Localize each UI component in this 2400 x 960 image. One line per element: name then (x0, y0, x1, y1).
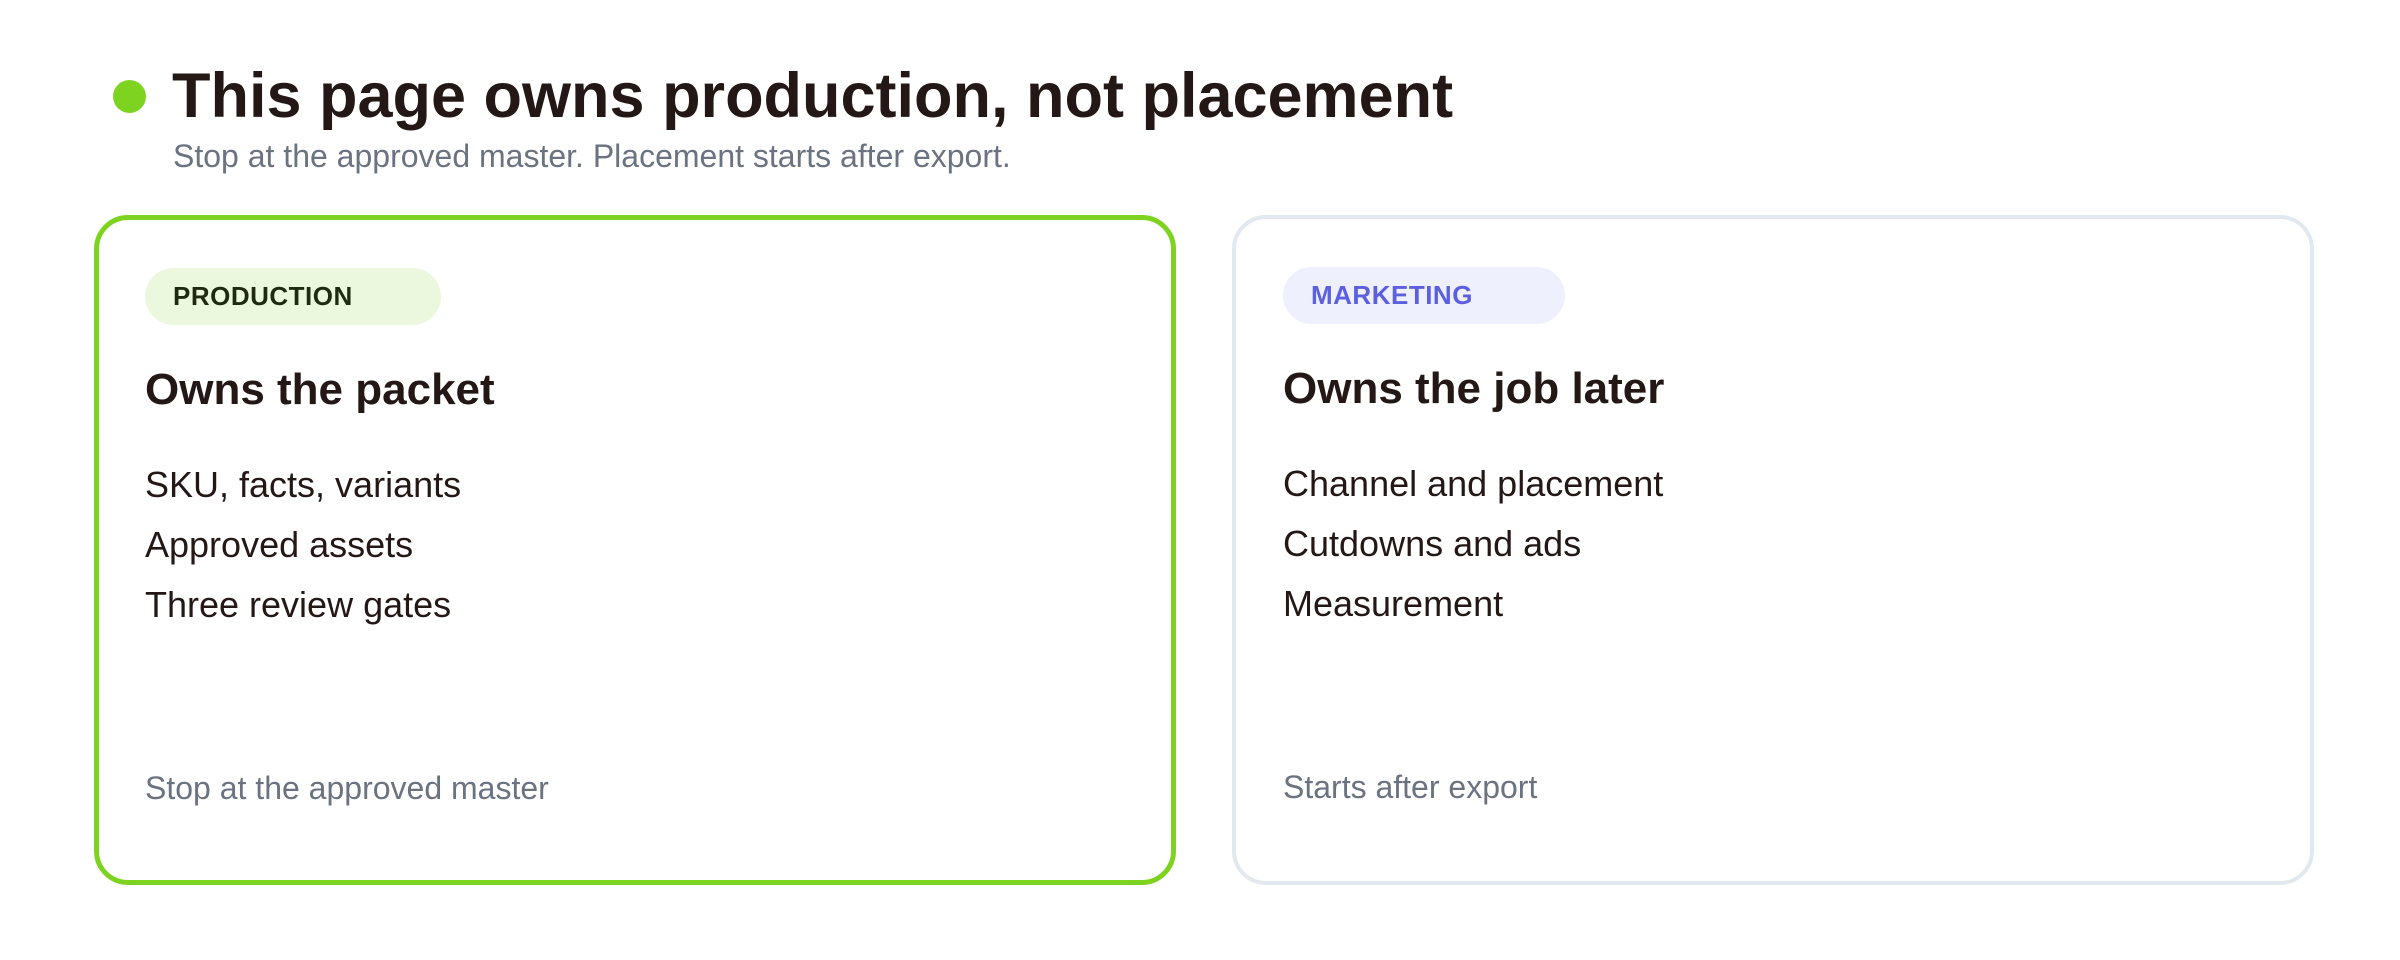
marketing-badge: MARKETING (1283, 267, 1565, 324)
production-badge: PRODUCTION (145, 268, 441, 325)
card-title: Owns the packet (145, 365, 495, 414)
card-title: Owns the job later (1283, 364, 1665, 413)
list-item: Measurement (1283, 583, 1504, 624)
production-card: PRODUCTION Owns the packet SKU, facts, v… (94, 215, 1176, 885)
marketing-card: MARKETING Owns the job later Channel and… (1232, 215, 2314, 885)
page-subtitle: Stop at the approved master. Placement s… (173, 138, 1011, 174)
page-header: This page owns production, not placement… (0, 0, 2400, 200)
list-item: Three review gates (145, 584, 452, 625)
list-item: Cutdowns and ads (1283, 523, 1582, 564)
list-item: Approved assets (145, 524, 414, 565)
card-list: Channel and placement Cutdowns and ads M… (1283, 454, 1663, 634)
card-footer: Stop at the approved master (145, 770, 549, 806)
list-item: SKU, facts, variants (145, 464, 462, 505)
card-list: SKU, facts, variants Approved assets Thr… (145, 455, 461, 635)
card-footer: Starts after export (1283, 769, 1538, 805)
list-item: Channel and placement (1283, 463, 1664, 504)
status-dot-icon (113, 80, 146, 113)
page-title: This page owns production, not placement (172, 61, 1454, 131)
